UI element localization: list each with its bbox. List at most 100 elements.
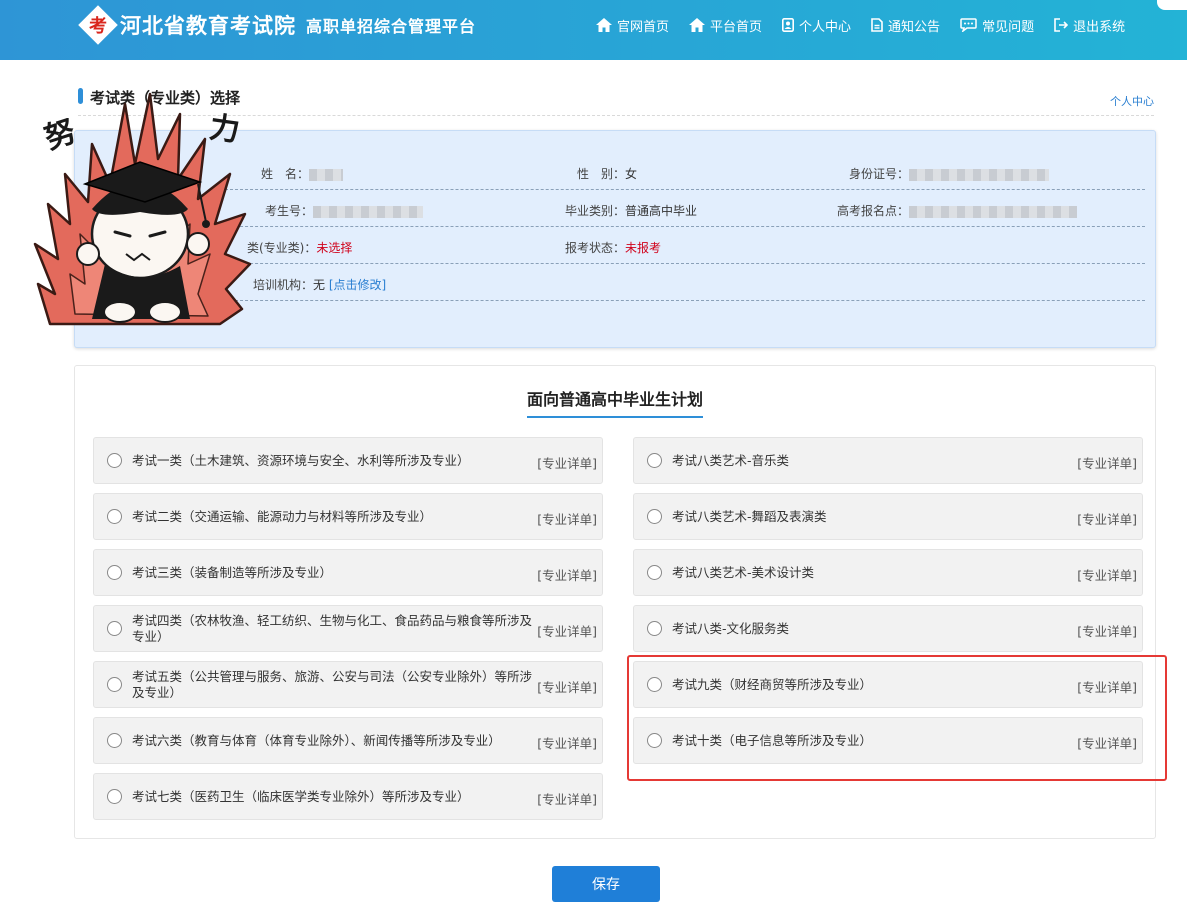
major-detail-link[interactable]: [专业详单] — [537, 565, 597, 584]
option-exam-category-9[interactable]: 考试九类（财经商贸等所涉及专业） [专业详单] — [633, 661, 1143, 708]
option-exam-category-4[interactable]: 考试四类（农林牧渔、轻工纺织、生物与化工、食品药品与粮食等所涉及专业） [专业详… — [93, 605, 603, 652]
option-exam-category-3[interactable]: 考试三类（装备制造等所涉及专业） [专业详单] — [93, 549, 603, 596]
site-subtitle: 高职单招综合管理平台 — [306, 17, 477, 36]
name-label: 姓 名： — [261, 167, 310, 181]
option-exam-category-2[interactable]: 考试二类（交通运输、能源动力与材料等所涉及专业） [专业详单] — [93, 493, 603, 540]
grad-type-value: 普通高中毕业 — [625, 204, 698, 218]
major-detail-link[interactable]: [专业详单] — [1077, 453, 1137, 472]
option-exam-category-7[interactable]: 考试七类（医药卫生（临床医学类专业除外）等所涉及专业） [专业详单] — [93, 773, 603, 820]
radio-button[interactable] — [107, 733, 122, 748]
radio-button[interactable] — [647, 677, 662, 692]
option-label: 考试八类艺术-舞蹈及表演类 — [672, 508, 827, 524]
edit-training-link[interactable]: [点击修改] — [329, 278, 386, 292]
exam-no-field: 考生号： — [265, 202, 424, 219]
category-value: 未选择 — [316, 241, 353, 255]
gender-value: 女 — [625, 167, 638, 181]
major-detail-link[interactable]: [专业详单] — [537, 453, 597, 472]
major-detail-link[interactable]: [专业详单] — [537, 509, 597, 528]
option-exam-category-8-art-design[interactable]: 考试八类艺术-美术设计类 [专业详单] — [633, 549, 1143, 596]
redacted-exam-no — [313, 205, 424, 218]
major-detail-link[interactable]: [专业详单] — [537, 621, 597, 640]
radio-button[interactable] — [107, 789, 122, 804]
nav-notices[interactable]: 通知公告 — [871, 14, 940, 36]
major-detail-link[interactable]: [专业详单] — [1077, 509, 1137, 528]
nav-platform-home[interactable]: 平台首页 — [689, 14, 762, 36]
nav-personal-center[interactable]: 个人中心 — [782, 14, 851, 36]
option-label: 考试六类（教育与体育（体育专业除外）、新闻传播等所涉及专业） — [132, 732, 501, 748]
status-value: 未报考 — [625, 241, 662, 255]
option-exam-category-6[interactable]: 考试六类（教育与体育（体育专业除外）、新闻传播等所涉及专业） [专业详单] — [93, 717, 603, 764]
plan-title: 面向普通高中毕业生计划 — [75, 386, 1155, 418]
plan-title-text: 面向普通高中毕业生计划 — [526, 386, 703, 418]
site-title: 河北省教育考试院 — [120, 14, 296, 38]
top-header: 考 河北省教育考试院 高职单招综合管理平台 官网首页 平台首页 个人中心 通知公… — [0, 0, 1187, 60]
option-label: 考试五类（公共管理与服务、旅游、公安与司法（公安专业除外）等所涉及专业） — [132, 668, 533, 700]
radio-button[interactable] — [107, 453, 122, 468]
header-corner-tab — [1157, 0, 1187, 10]
site-field: 高考报名点： — [837, 202, 1078, 219]
option-label: 考试二类（交通运输、能源动力与材料等所涉及专业） — [132, 508, 433, 524]
status-label: 报考状态： — [565, 241, 626, 255]
site-label: 高考报名点： — [837, 204, 910, 218]
info-row: 姓 名： 性 别：女 身份证号： — [225, 153, 1145, 190]
gender-field: 性 别：女 — [577, 165, 637, 182]
save-button[interactable]: 保存 — [552, 866, 660, 902]
radio-button[interactable] — [107, 677, 122, 692]
major-detail-link[interactable]: [专业详单] — [1077, 565, 1137, 584]
option-label: 考试四类（农林牧渔、轻工纺织、生物与化工、食品药品与粮食等所涉及专业） — [132, 612, 533, 644]
option-label: 考试三类（装备制造等所涉及专业） — [132, 564, 333, 580]
nav-logout[interactable]: 退出系统 — [1054, 14, 1125, 36]
id-field: 身份证号： — [849, 165, 1050, 182]
training-value: 无 — [313, 278, 326, 292]
name-field: 姓 名： — [261, 165, 344, 182]
nav-faq[interactable]: 常见问题 — [960, 14, 1034, 36]
redacted-id — [909, 168, 1050, 181]
option-exam-category-8-dance[interactable]: 考试八类艺术-舞蹈及表演类 [专业详单] — [633, 493, 1143, 540]
site-logo[interactable]: 考 河北省教育考试院 高职单招综合管理平台 — [78, 5, 477, 45]
status-field: 报考状态：未报考 — [565, 239, 661, 256]
radio-button[interactable] — [647, 453, 662, 468]
grad-type-label: 毕业类别： — [565, 204, 626, 218]
nav-label: 通知公告 — [888, 19, 941, 35]
chat-icon — [960, 18, 977, 32]
major-detail-link[interactable]: [专业详单] — [1077, 733, 1137, 752]
personal-center-link[interactable]: 个人中心 — [1110, 93, 1154, 109]
major-detail-link[interactable]: [专业详单] — [537, 789, 597, 808]
option-exam-category-8-culture[interactable]: 考试八类-文化服务类 [专业详单] — [633, 605, 1143, 652]
option-label: 考试一类（土木建筑、资源环境与安全、水利等所涉及专业） — [132, 452, 470, 468]
radio-button[interactable] — [107, 509, 122, 524]
info-row: 类(专业类)：未选择 报考状态：未报考 — [225, 227, 1145, 264]
radio-button[interactable] — [647, 621, 662, 636]
option-exam-category-5[interactable]: 考试五类（公共管理与服务、旅游、公安与司法（公安专业除外）等所涉及专业） [专业… — [93, 661, 603, 708]
option-exam-category-8-music[interactable]: 考试八类艺术-音乐类 [专业详单] — [633, 437, 1143, 484]
radio-button[interactable] — [107, 565, 122, 580]
training-field: 培训机构：无 [点击修改] — [253, 276, 386, 293]
radio-button[interactable] — [647, 565, 662, 580]
option-exam-category-1[interactable]: 考试一类（土木建筑、资源环境与安全、水利等所涉及专业） [专业详单] — [93, 437, 603, 484]
user-card-icon — [782, 18, 795, 32]
major-detail-link[interactable]: [专业详单] — [1077, 621, 1137, 640]
logo-emblem-icon: 考 — [78, 5, 118, 45]
home-icon — [596, 18, 612, 32]
top-nav: 官网首页 平台首页 个人中心 通知公告 常见问题 退出系统 — [596, 14, 1145, 36]
major-detail-link[interactable]: [专业详单] — [1077, 677, 1137, 696]
major-detail-link[interactable]: [专业详单] — [537, 677, 597, 696]
radio-button[interactable] — [647, 733, 662, 748]
nav-label: 官网首页 — [617, 19, 670, 35]
option-label: 考试七类（医药卫生（临床医学类专业除外）等所涉及专业） — [132, 788, 470, 804]
option-exam-category-10[interactable]: 考试十类（电子信息等所涉及专业） [专业详单] — [633, 717, 1143, 764]
radio-button[interactable] — [647, 509, 662, 524]
document-icon — [871, 18, 883, 32]
nav-label: 退出系统 — [1073, 19, 1126, 35]
training-label: 培训机构： — [253, 278, 314, 292]
logout-icon — [1054, 18, 1069, 32]
radio-button[interactable] — [107, 621, 122, 636]
home-icon — [689, 18, 706, 32]
option-label: 考试八类艺术-美术设计类 — [672, 564, 815, 580]
option-label: 考试八类艺术-音乐类 — [672, 452, 790, 468]
major-detail-link[interactable]: [专业详单] — [537, 733, 597, 752]
nav-official-home[interactable]: 官网首页 — [596, 14, 669, 36]
info-row: 考生号： 毕业类别：普通高中毕业 高考报名点： — [225, 190, 1145, 227]
category-field: 类(专业类)：未选择 — [247, 239, 352, 256]
grad-type-field: 毕业类别：普通高中毕业 — [565, 202, 697, 219]
